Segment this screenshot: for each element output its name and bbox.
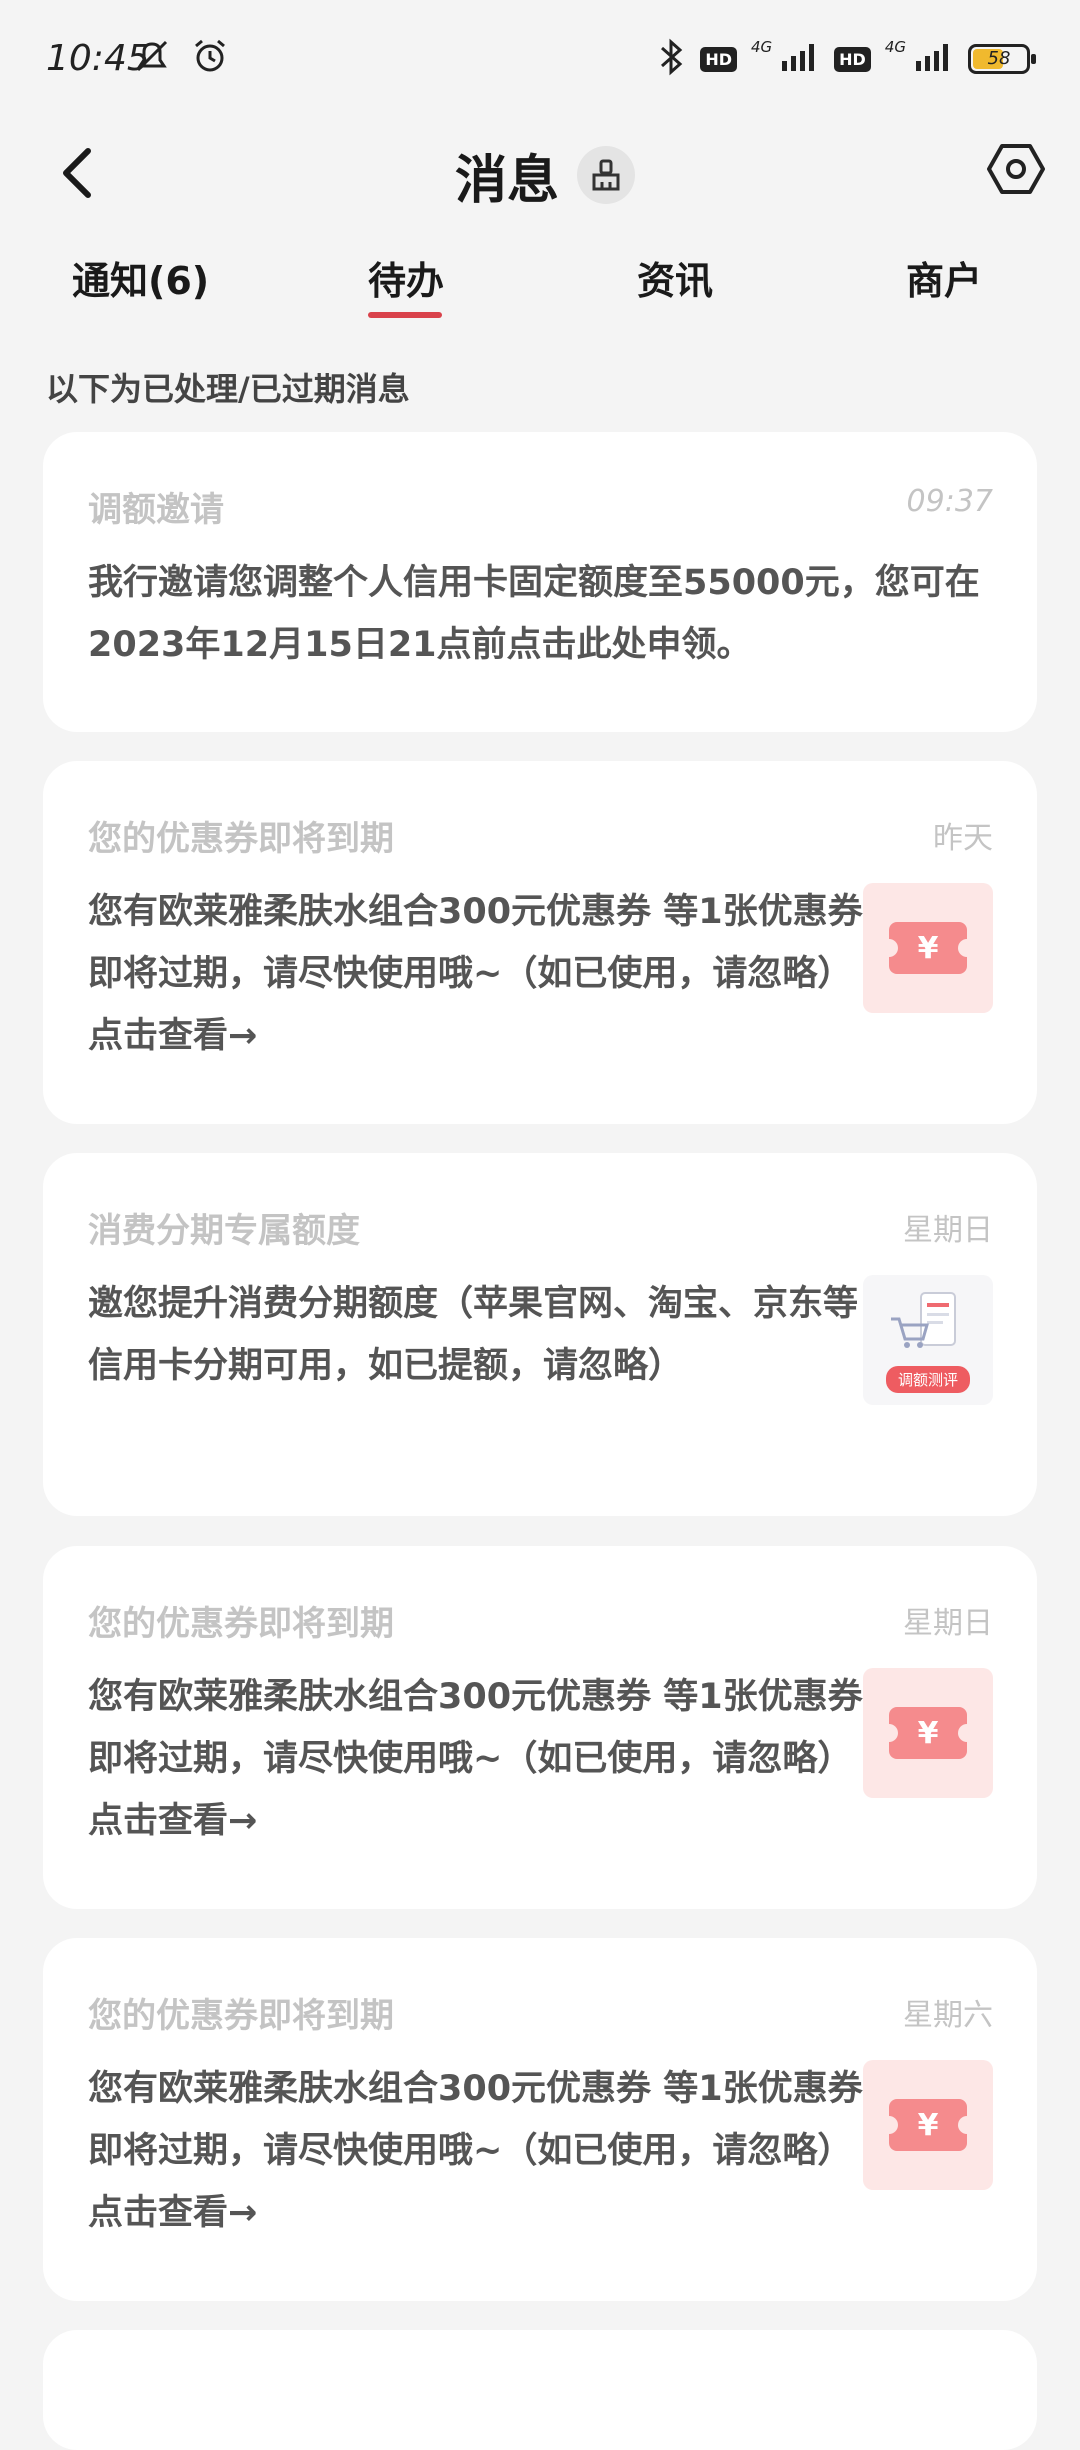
tab-todo[interactable]: 待办 — [368, 250, 444, 305]
message-card[interactable]: 您的优惠券即将到期 星期日 您有欧莱雅柔肤水组合300元优惠券 等1张优惠券即将… — [43, 1546, 1037, 1909]
message-card[interactable]: 您的优惠券即将到期 星期六 您有欧莱雅柔肤水组合300元优惠券 等1张优惠券即将… — [43, 1938, 1037, 2301]
bluetooth-icon — [656, 38, 686, 80]
alarm-icon — [190, 36, 230, 80]
network-type-label-2: 4G — [884, 38, 906, 56]
status-left-icons — [132, 36, 230, 80]
message-time: 星期日 — [903, 1606, 993, 1641]
message-title: 消费分期专属额度 — [88, 1211, 360, 1251]
message-card[interactable]: 调额邀请 09:37 我行邀请您调整个人信用卡固定额度至55000元，您可在20… — [43, 432, 1037, 732]
coupon-icon: ¥ — [880, 1707, 976, 1759]
message-title: 调额邀请 — [88, 490, 224, 530]
section-hint: 以下为已处理/已过期消息 — [46, 370, 410, 408]
hd-badge: HD — [700, 46, 737, 72]
message-time: 星期日 — [903, 1213, 993, 1248]
message-title: 您的优惠券即将到期 — [88, 1996, 394, 2036]
coupon-thumbnail: ¥ — [863, 1668, 993, 1798]
brush-icon — [592, 159, 620, 191]
signal-icon — [780, 41, 820, 77]
message-body: 我行邀请您调整个人信用卡固定额度至55000元，您可在2023年12月15日21… — [88, 563, 980, 665]
message-time: 星期六 — [903, 1998, 993, 2033]
credit-image-label: 调额测评 — [885, 1366, 970, 1393]
active-tab-indicator — [368, 312, 442, 318]
network-type-label: 4G — [750, 38, 773, 56]
message-body: 您有欧莱雅柔肤水组合300元优惠券 等1张优惠券即将过期，请尽快使用哦~（如已使… — [88, 1677, 863, 1841]
tab-merchants[interactable]: 商户 — [906, 250, 982, 305]
message-card[interactable]: 您的优惠券即将到期 昨天 您有欧莱雅柔肤水组合300元优惠券 等1张优惠券即将过… — [43, 761, 1037, 1124]
message-card[interactable]: 消费分期专属额度 星期日 邀您提升消费分期额度（苹果官网、淘宝、京东等信用卡分期… — [43, 1153, 1037, 1516]
tab-bar: 通知(6) 待办 资讯 商户 — [0, 250, 1080, 330]
message-card-partial[interactable] — [43, 2330, 1037, 2450]
gear-icon — [987, 144, 1045, 194]
shopping-cart-icon — [891, 1292, 956, 1348]
status-right-icons: HD 4G HD 4G 58 — [656, 38, 1036, 80]
message-body: 邀您提升消费分期额度（苹果官网、淘宝、京东等信用卡分期可用，如已提额，请忽略） — [88, 1284, 859, 1386]
message-time: 昨天 — [933, 821, 993, 856]
signal-icon-2 — [914, 41, 954, 77]
message-time: 09:37 — [906, 484, 993, 519]
battery-level: 58 — [987, 48, 1011, 69]
message-body: 您有欧莱雅柔肤水组合300元优惠券 等1张优惠券即将过期，请尽快使用哦~（如已使… — [88, 2069, 863, 2233]
tab-news[interactable]: 资讯 — [637, 250, 713, 305]
credit-limit-image: 调额测评 — [863, 1275, 993, 1405]
header: 消息 — [0, 125, 1080, 255]
back-button[interactable] — [36, 133, 116, 213]
message-title: 您的优惠券即将到期 — [88, 819, 394, 859]
back-arrow-icon — [63, 148, 91, 198]
status-bar: 10:45 HD 4G HD 4G 58 — [0, 0, 1080, 125]
clear-messages-button[interactable] — [577, 146, 636, 204]
hd-badge-2: HD — [834, 46, 871, 72]
notifications-muted-icon — [132, 36, 172, 80]
tab-notifications[interactable]: 通知(6) — [72, 250, 209, 305]
title-wrap: 消息 — [455, 125, 636, 225]
battery-icon: 58 — [968, 44, 1036, 74]
settings-button[interactable] — [978, 131, 1054, 207]
coupon-thumbnail: ¥ — [863, 883, 993, 1013]
page-title: 消息 — [455, 150, 560, 211]
coupon-icon: ¥ — [880, 922, 976, 974]
message-title: 您的优惠券即将到期 — [88, 1604, 394, 1644]
coupon-thumbnail: ¥ — [863, 2060, 993, 2190]
coupon-icon: ¥ — [880, 2099, 976, 2151]
message-body: 您有欧莱雅柔肤水组合300元优惠券 等1张优惠券即将过期，请尽快使用哦~（如已使… — [88, 892, 863, 1056]
